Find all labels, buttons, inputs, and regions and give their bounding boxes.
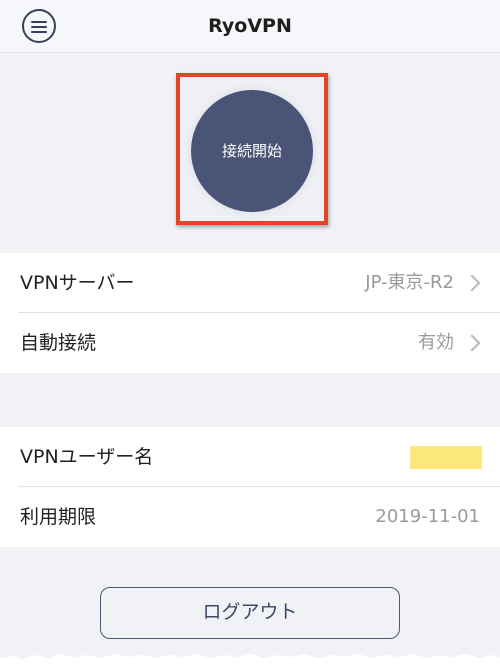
username-row: VPNユーザー名	[0, 427, 500, 487]
expiry-row: 利用期限 2019-11-01	[0, 487, 500, 547]
chevron-right-icon	[463, 334, 481, 352]
app-title: RyoVPN	[208, 15, 292, 37]
vpn-server-row[interactable]: VPNサーバー JP-東京-R2	[0, 253, 500, 313]
chevron-right-icon	[463, 274, 481, 292]
username-label: VPNユーザー名	[20, 446, 154, 468]
auto-connect-row[interactable]: 自動接続 有効	[0, 313, 500, 373]
connection-settings: VPNサーバー JP-東京-R2 自動接続 有効	[0, 253, 500, 373]
app-header: RyoVPN	[0, 0, 500, 53]
connect-button[interactable]: 接続開始	[191, 90, 313, 212]
logout-button[interactable]: ログアウト	[100, 587, 400, 639]
vpn-server-label: VPNサーバー	[20, 272, 135, 294]
highlight-annotation-box: 接続開始	[176, 73, 328, 225]
vpn-server-value: JP-東京-R2	[365, 272, 454, 293]
auto-connect-value: 有効	[418, 332, 454, 353]
connect-area: 接続開始	[0, 53, 500, 253]
account-info: VPNユーザー名 利用期限 2019-11-01	[0, 427, 500, 547]
expiry-label: 利用期限	[20, 506, 97, 528]
torn-paper-edge	[0, 654, 500, 665]
expiry-value: 2019-11-01	[375, 506, 480, 527]
username-redaction	[410, 446, 482, 469]
auto-connect-label: 自動接続	[20, 332, 97, 354]
